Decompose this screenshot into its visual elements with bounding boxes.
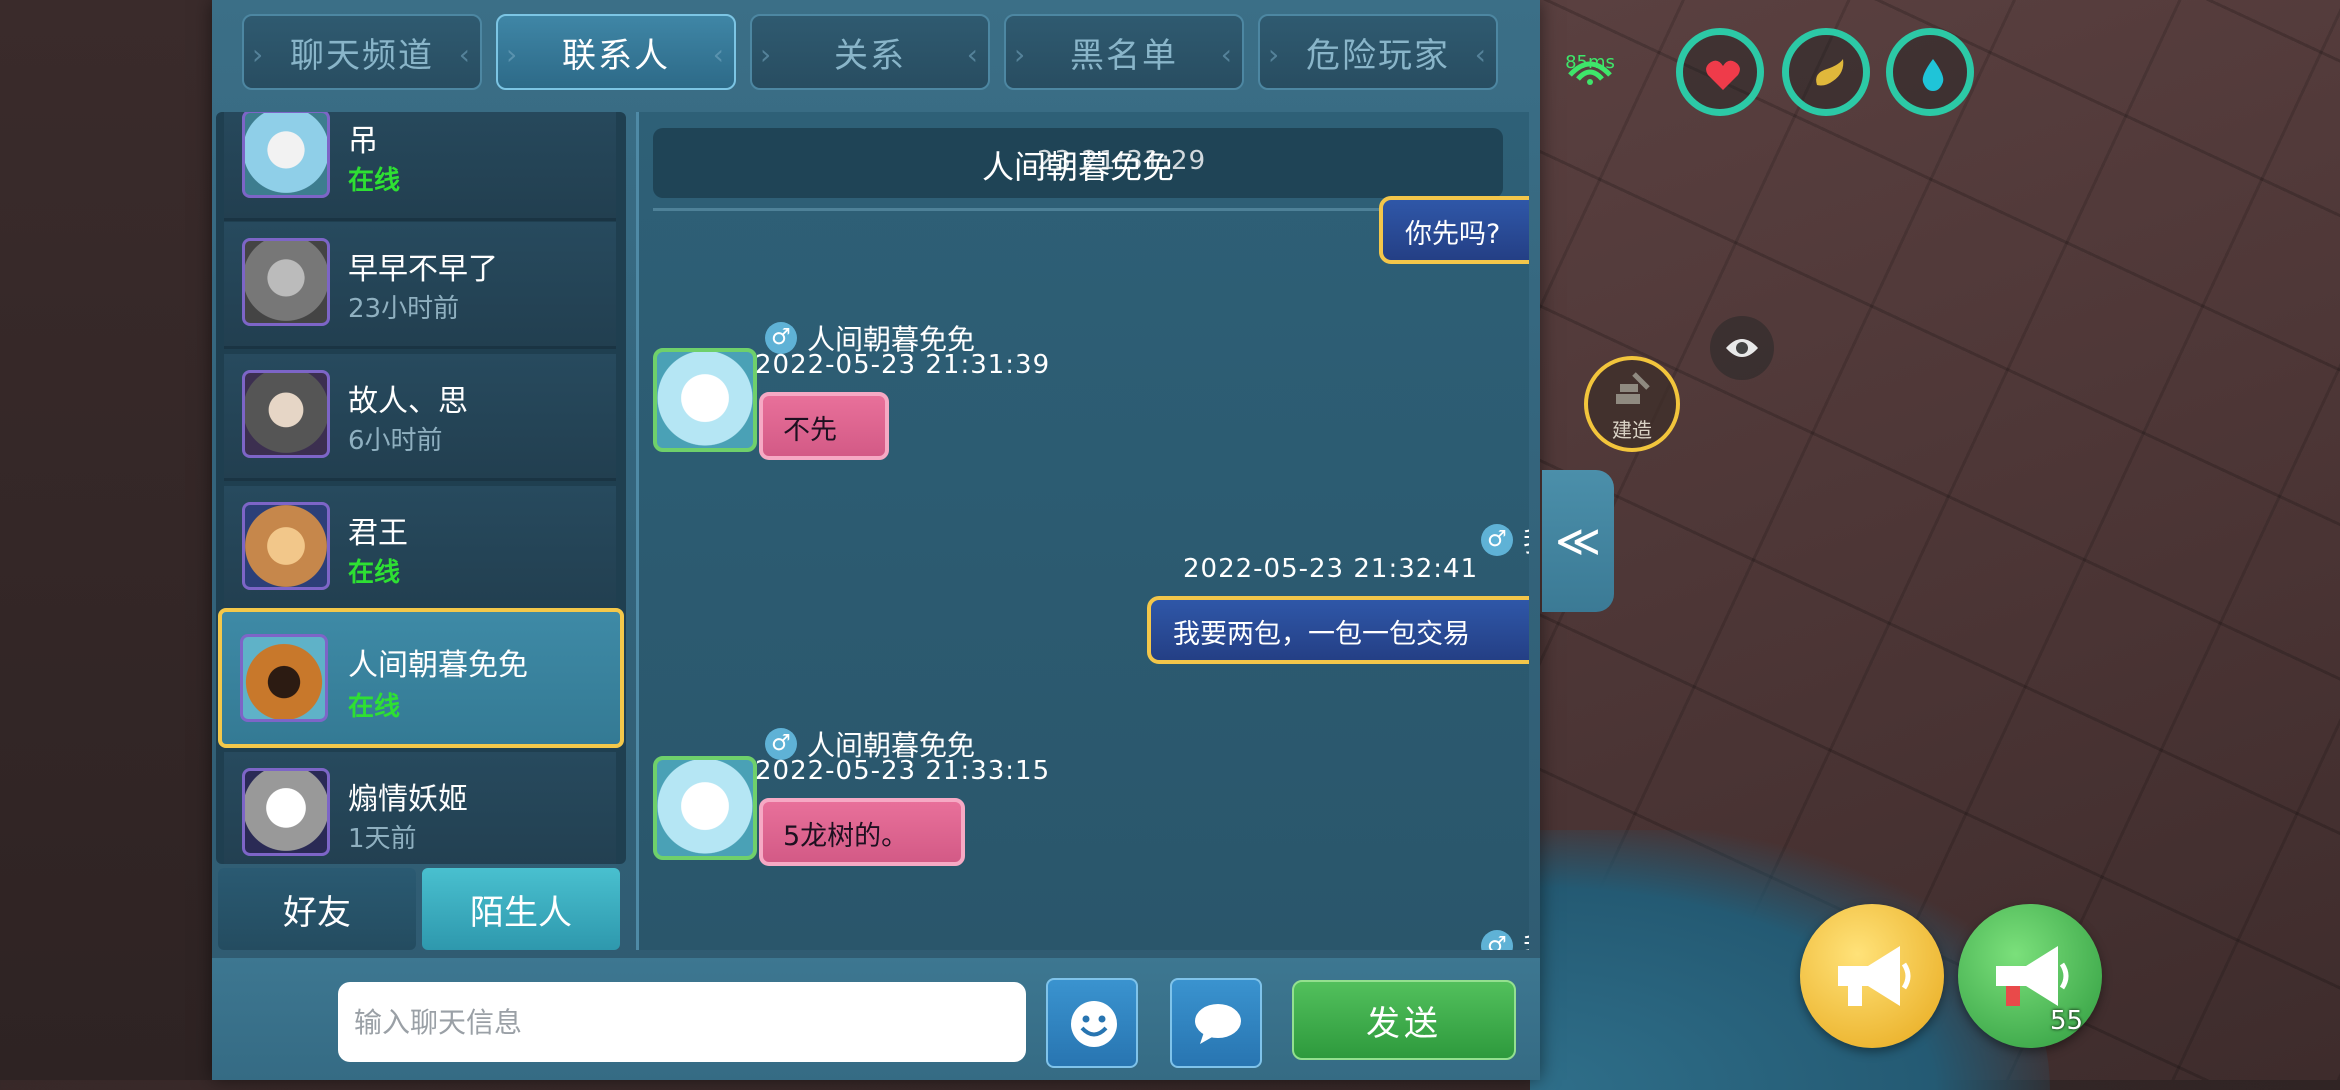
avatar	[242, 112, 330, 198]
megaphone-icon	[1996, 946, 2069, 1006]
chat-header: 人间朝暮免免 23 21:31:29	[653, 128, 1503, 198]
collapse-panel-button[interactable]: ≪	[1542, 470, 1614, 612]
megaphone-icon	[1838, 946, 1911, 1006]
avatar	[242, 768, 330, 856]
header-timestamp: 23 21:31:29	[1037, 146, 1207, 176]
partner-avatar[interactable]	[653, 348, 757, 452]
avatar	[242, 502, 330, 590]
message-bubble-me: 我要两包，一包一包交易	[1147, 596, 1529, 664]
contact-status: 在线	[348, 692, 401, 722]
message-bubble-them: 5龙树的。	[759, 798, 965, 866]
drumstick-icon	[1816, 59, 1844, 86]
message-time: 2022-05-23 21:31:39	[755, 350, 1051, 380]
contact-item[interactable]: 早早不早了 23小时前	[224, 222, 616, 349]
health-gauge[interactable]	[1676, 28, 1764, 116]
tab-dangerous-players[interactable]: › 危险玩家 ‹	[1258, 14, 1498, 90]
sender-name: 我	[1523, 520, 1529, 560]
build-icon	[1616, 372, 1650, 404]
horn-count: 55	[2050, 1006, 2084, 1036]
eye-icon	[1726, 339, 1758, 357]
send-button[interactable]: 发送	[1292, 980, 1516, 1060]
game-world-left	[0, 0, 212, 1080]
contact-name: 人间朝暮免免	[348, 648, 528, 683]
contact-list[interactable]: 吊 在线 早早不早了 23小时前 故人、思 6小时前 君王 在线 人间朝暮免免 …	[216, 112, 626, 864]
quick-phrase-button[interactable]	[1170, 978, 1262, 1068]
tab-bar: › 聊天频道 ‹ › 联系人 ‹ › 关系 ‹ › 黑名单 ‹ › 危险玩家 ‹	[242, 14, 1512, 90]
tab-chat-channel[interactable]: › 聊天频道 ‹	[242, 14, 482, 90]
divider	[653, 208, 1503, 211]
contact-name: 君王	[348, 516, 408, 551]
contact-item[interactable]: 煽情妖姬 1天前	[224, 752, 616, 864]
contact-name: 吊	[348, 124, 378, 159]
contact-status: 在线	[348, 558, 401, 588]
view-toggle-button[interactable]	[1710, 316, 1774, 380]
build-label: 建造	[1612, 418, 1652, 442]
contact-item-selected[interactable]: 人间朝暮免免 在线	[218, 608, 624, 748]
avatar	[240, 634, 328, 722]
contact-name: 故人、思	[348, 384, 468, 419]
message-bubble-them: 不先	[759, 392, 889, 460]
tab-blacklist[interactable]: › 黑名单 ‹	[1004, 14, 1244, 90]
heart-icon	[1706, 60, 1740, 90]
tab-relations[interactable]: › 关系 ‹	[750, 14, 990, 90]
avatar	[242, 238, 330, 326]
contact-status: 1天前	[348, 824, 417, 854]
world-broadcast-button[interactable]	[1800, 904, 1944, 1048]
build-button[interactable]: 建造	[1584, 356, 1680, 452]
message-time: 2022-05-23 21:33:15	[755, 756, 1051, 786]
partner-avatar[interactable]	[653, 756, 757, 860]
chat-area[interactable]: 人间朝暮免免 23 21:31:29 你先吗? ♂ 人间朝暮免免 2022-05…	[636, 112, 1529, 950]
water-drop-icon	[1922, 59, 1944, 91]
tab-strangers[interactable]: 陌生人	[422, 868, 620, 950]
friend-type-tabs: 好友 陌生人	[216, 868, 626, 950]
tab-contacts[interactable]: › 联系人 ‹	[496, 14, 736, 90]
message-time: 2022-05-23 21:32:41	[1183, 554, 1479, 584]
emoji-button[interactable]	[1046, 978, 1138, 1068]
contact-status: 6小时前	[348, 426, 443, 456]
contact-name: 早早不早了	[348, 252, 498, 287]
contact-item[interactable]: 故人、思 6小时前	[224, 354, 616, 481]
male-icon: ♂	[1481, 524, 1513, 556]
social-panel: › 聊天频道 ‹ › 联系人 ‹ › 关系 ‹ › 黑名单 ‹ › 危险玩家 ‹ 吊 在线 早早不早…	[212, 0, 1540, 1080]
contact-status: 在线	[348, 166, 401, 196]
message-bubble-me: 你先吗?	[1379, 196, 1529, 264]
ping-value: 85ms	[1565, 52, 1615, 73]
water-gauge[interactable]	[1886, 28, 1974, 116]
emoji-icon	[1071, 1001, 1117, 1047]
speech-bubble-icon	[1195, 1004, 1241, 1044]
male-icon: ♂	[1481, 930, 1513, 950]
chat-input-bar: 发送	[212, 958, 1540, 1080]
contact-item[interactable]: 君王 在线	[224, 486, 616, 613]
contact-item[interactable]: 吊 在线	[224, 112, 616, 221]
chat-input[interactable]	[338, 982, 1026, 1062]
contact-name: 煽情妖姬	[348, 782, 468, 817]
contact-status: 23小时前	[348, 294, 460, 324]
sender-name: 我	[1523, 926, 1529, 950]
hunger-gauge[interactable]	[1782, 28, 1870, 116]
avatar	[242, 370, 330, 458]
tab-friends[interactable]: 好友	[218, 868, 416, 950]
